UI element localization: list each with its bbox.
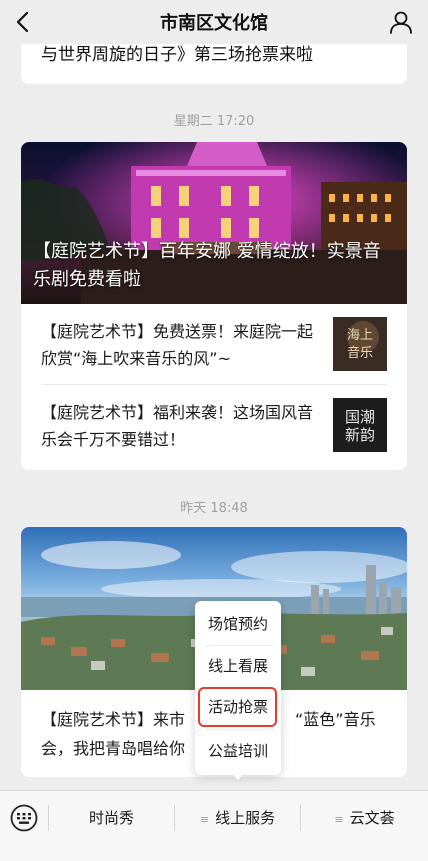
bottom-menu-bar: 时尚秀 ≡ 线上服务 ≡ 云文荟 (0, 790, 428, 861)
article-thumbnail: 海上 音乐 (333, 317, 387, 371)
menu-item-public-training[interactable]: 公益培训 (195, 731, 281, 771)
svg-text:国潮: 国潮 (345, 408, 375, 426)
list-item[interactable]: 【庭院艺术节】免费送票！来庭院一起欣赏“海上吹来音乐的风”~ 海上 音乐 (21, 304, 407, 384)
timestamp: 星期二 17:20 (173, 114, 255, 129)
divider (205, 729, 271, 730)
popup-arrow (232, 773, 244, 780)
tab-fashion-show[interactable]: 时尚秀 (49, 791, 174, 845)
svg-text:海上: 海上 (347, 328, 373, 343)
highlight-box (198, 687, 277, 727)
hero-article[interactable]: 【庭院艺术节】百年安娜 爱情绽放！实景音乐剧免费看啦 (21, 142, 407, 304)
page-title: 市南区文化馆 (160, 13, 268, 34)
menu-lines-icon: ≡ (334, 813, 344, 826)
keyboard-icon[interactable] (10, 804, 38, 832)
nav-bar: 市南区文化馆 (0, 0, 428, 44)
article-group-card: 【庭院艺术节】百年安娜 爱情绽放！实景音乐剧免费看啦 【庭院艺术节】免费送票！来… (21, 142, 407, 470)
service-popup-menu: 场馆预约 线上看展 活动抢票 公益培训 (195, 601, 281, 775)
list-item[interactable]: 【庭院艺术节】福利来袭！这场国风音乐会千万不要错过！ 国潮 新韵 (21, 385, 407, 465)
article-thumbnail: 国潮 新韵 (333, 398, 387, 452)
svg-text:音乐: 音乐 (347, 345, 373, 361)
timestamp: 昨天 18:48 (180, 501, 248, 516)
menu-lines-icon: ≡ (199, 813, 210, 826)
hero-title: 【庭院艺术节】百年安娜 爱情绽放！实景音乐剧免费看啦 (33, 241, 381, 290)
person-icon[interactable] (388, 9, 414, 35)
menu-item-venue-booking[interactable]: 场馆预约 (195, 604, 281, 644)
tab-online-services[interactable]: ≡ 线上服务 (175, 791, 300, 845)
article-title: 【庭院艺术节】福利来袭！这场国风音乐会千万不要错过！ (41, 403, 314, 449)
svg-text:新韵: 新韵 (345, 426, 375, 444)
tab-cloud-culture[interactable]: ≡ 云文荟 (301, 791, 428, 845)
menu-item-online-exhibition[interactable]: 线上看展 (195, 646, 281, 686)
chevron-left-icon[interactable] (10, 8, 38, 36)
article-title: 【庭院艺术节】免费送票！来庭院一起欣赏“海上吹来音乐的风”~ (41, 322, 314, 368)
